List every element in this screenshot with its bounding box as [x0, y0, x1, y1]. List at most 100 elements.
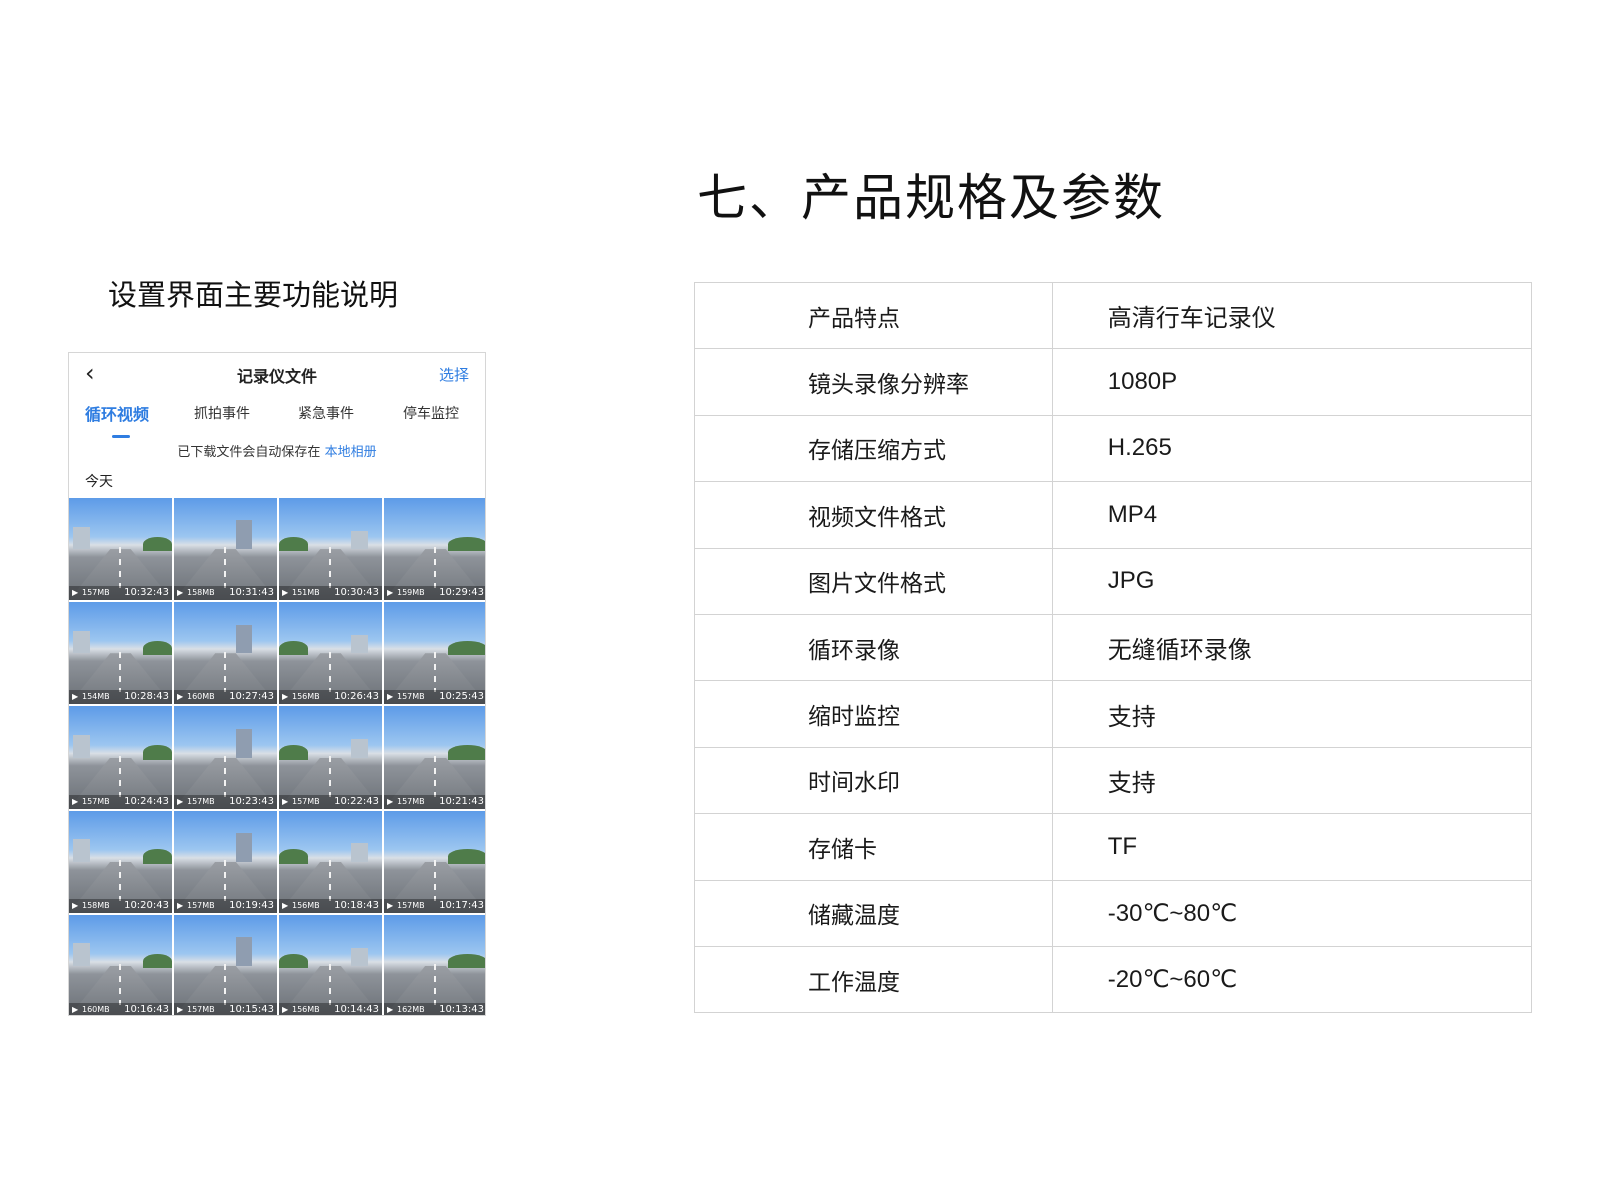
video-thumbnail[interactable]: ▶ 157MB 10:22:43: [279, 706, 382, 809]
tree-shape: [447, 849, 485, 864]
file-time: 10:15:43: [229, 1003, 274, 1015]
building-shape: [351, 634, 368, 654]
play-icon: ▶: [282, 796, 289, 806]
lane-marking: [224, 859, 227, 901]
play-icon: ▶: [177, 692, 184, 702]
lane-marking: [119, 964, 122, 1005]
video-thumbnail[interactable]: ▶ 157MB 10:21:43: [384, 706, 485, 809]
video-thumbnail[interactable]: ▶ 160MB 10:16:43: [69, 914, 172, 1015]
file-time: 10:28:43: [124, 691, 169, 703]
file-size: 157MB: [397, 796, 425, 806]
video-thumbnail[interactable]: ▶ 157MB 10:24:43: [69, 706, 172, 809]
file-time: 10:21:43: [439, 795, 484, 807]
video-thumbnail[interactable]: ▶ 158MB 10:20:43: [69, 810, 172, 913]
tree-shape: [279, 849, 308, 864]
spec-value: 1080P: [1051, 348, 1533, 416]
file-time: 10:25:43: [439, 691, 484, 703]
video-thumbnail[interactable]: ▶ 162MB 10:13:43: [384, 914, 485, 1015]
screen-title: 记录仪文件: [236, 367, 317, 386]
video-thumbnail[interactable]: ▶ 157MB 10:32:43: [69, 498, 172, 601]
building-shape: [235, 833, 253, 862]
local-album-link[interactable]: 本地相册: [325, 445, 377, 460]
spec-row: 视频文件格式 MP4: [694, 481, 1533, 549]
tab-bar: 循环视频 抓拍事件 紧急事件 停车监控: [69, 403, 485, 437]
building-shape: [351, 739, 368, 758]
spec-value: MP4: [1051, 481, 1533, 549]
video-thumbnail[interactable]: ▶ 157MB 10:25:43: [384, 602, 485, 705]
file-time: 10:27:43: [229, 691, 274, 703]
lane-marking: [434, 547, 437, 589]
video-thumbnail[interactable]: ▶ 160MB 10:27:43: [174, 602, 277, 705]
tree-shape: [279, 536, 308, 552]
video-thumbnail[interactable]: ▶ 156MB 10:26:43: [279, 602, 382, 705]
file-time: 10:32:43: [124, 587, 169, 599]
tab-capture-events[interactable]: 抓拍事件: [194, 403, 250, 423]
file-time: 10:26:43: [334, 691, 379, 703]
play-icon: ▶: [282, 588, 289, 598]
file-size: 151MB: [292, 588, 320, 598]
spec-key: 存储压缩方式: [694, 414, 1053, 483]
file-size: 157MB: [397, 692, 425, 702]
play-icon: ▶: [387, 692, 394, 702]
spec-value: TF: [1051, 813, 1533, 881]
lane-marking: [224, 547, 227, 589]
play-icon: ▶: [387, 900, 394, 910]
active-tab-indicator: [112, 435, 130, 438]
section-title: 设置界面主要功能说明: [108, 278, 399, 312]
file-size: 158MB: [187, 588, 215, 598]
spec-row: 缩时监控 支持: [694, 680, 1533, 748]
tab-parking-monitor[interactable]: 停车监控: [403, 403, 459, 423]
spec-key: 循环录像: [694, 613, 1053, 682]
spec-key: 图片文件格式: [694, 547, 1053, 615]
tree-shape: [279, 953, 308, 968]
spec-table: 产品特点 高清行车记录仪 镜头录像分辨率 1080P 存储压缩方式 H.265 视频文件格式…: [694, 281, 1533, 1014]
building-shape: [235, 937, 253, 966]
lane-marking: [119, 651, 122, 693]
file-size: 156MB: [292, 692, 320, 702]
video-thumbnail[interactable]: ▶ 157MB 10:17:43: [384, 810, 485, 913]
video-thumbnail[interactable]: ▶ 157MB 10:19:43: [174, 810, 277, 913]
building-shape: [235, 520, 253, 550]
file-size: 160MB: [187, 692, 215, 702]
play-icon: ▶: [72, 1004, 79, 1014]
building-shape: [351, 530, 368, 550]
lane-marking: [119, 755, 122, 797]
building-shape: [73, 839, 90, 862]
video-thumbnail[interactable]: ▶ 156MB 10:14:43: [279, 914, 382, 1015]
spec-value: JPG: [1051, 547, 1533, 615]
file-size: 157MB: [187, 900, 215, 910]
video-thumbnail[interactable]: ▶ 159MB 10:29:43: [384, 498, 485, 601]
lane-marking: [224, 964, 227, 1005]
select-button[interactable]: 选择: [439, 364, 469, 385]
tree-shape: [447, 953, 485, 968]
lane-marking: [119, 859, 122, 901]
video-thumbnail[interactable]: ▶ 157MB 10:23:43: [174, 706, 277, 809]
play-icon: ▶: [387, 796, 394, 806]
file-size: 158MB: [82, 900, 110, 910]
building-shape: [73, 735, 90, 758]
video-thumbnail[interactable]: ▶ 151MB 10:30:43: [279, 498, 382, 601]
video-thumbnail[interactable]: ▶ 157MB 10:15:43: [174, 914, 277, 1015]
spec-key: 储藏温度: [694, 879, 1053, 947]
lane-marking: [224, 755, 227, 797]
spec-row: 图片文件格式 JPG: [694, 547, 1533, 615]
spec-value: 支持: [1051, 746, 1533, 815]
play-icon: ▶: [282, 1004, 289, 1014]
tree-shape: [143, 849, 172, 864]
spec-row: 存储压缩方式 H.265: [694, 414, 1533, 483]
app-screenshot: ‹ 记录仪文件 选择 循环视频 抓拍事件 紧急事件 停车监控 已下载文件会自动保…: [68, 352, 486, 1016]
play-icon: ▶: [282, 692, 289, 702]
file-size: 162MB: [397, 1004, 425, 1014]
spec-key: 时间水印: [694, 746, 1053, 815]
tab-emergency-events[interactable]: 紧急事件: [298, 403, 354, 423]
video-thumbnail[interactable]: ▶ 158MB 10:31:43: [174, 498, 277, 601]
building-shape: [235, 728, 253, 758]
date-section-label: 今天: [85, 474, 113, 490]
spec-key: 工作温度: [694, 945, 1053, 1014]
video-thumbnail[interactable]: ▶ 156MB 10:18:43: [279, 810, 382, 913]
video-thumbnail[interactable]: ▶ 154MB 10:28:43: [69, 602, 172, 705]
tree-shape: [143, 536, 172, 552]
play-icon: ▶: [387, 1004, 394, 1014]
tab-loop-video[interactable]: 循环视频: [85, 401, 149, 425]
file-time: 10:22:43: [334, 795, 379, 807]
